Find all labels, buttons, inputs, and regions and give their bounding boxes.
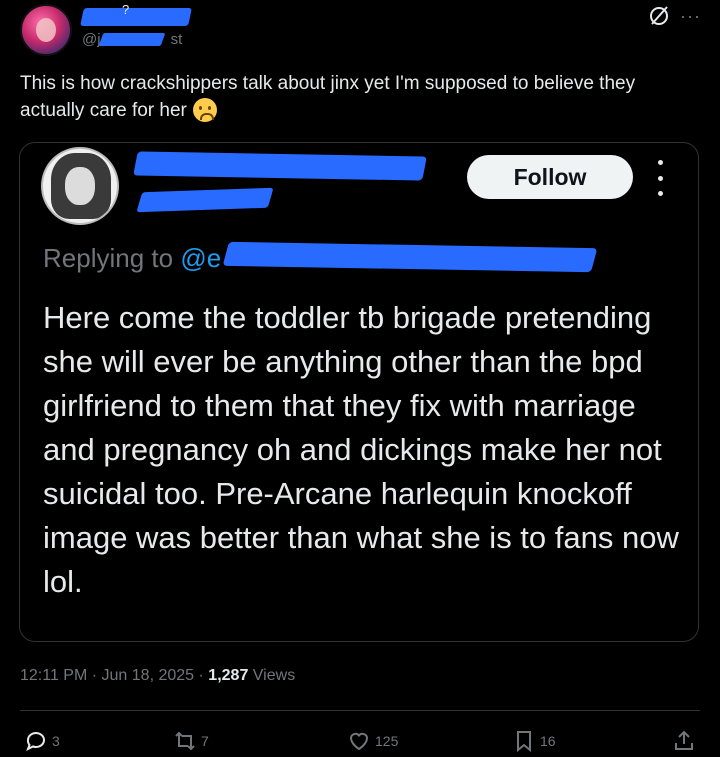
reply-count: 3 [52, 733, 60, 749]
like-icon [349, 732, 369, 751]
views-label: Views [252, 667, 296, 684]
tweet-text: This is how crackshippers talk about jin… [20, 70, 700, 124]
quoted-tweet-text: Here come the toddler tb brigade pretend… [43, 300, 679, 599]
reply-icon [26, 732, 45, 752]
repost-count: 7 [201, 733, 209, 749]
replying-to-label: Replying to [43, 243, 174, 273]
grok-icon[interactable] [647, 4, 671, 28]
repost-icon [175, 731, 195, 751]
bookmark-icon [517, 731, 531, 753]
share-button[interactable] [672, 729, 700, 753]
author-name-redaction [80, 8, 192, 26]
author-handle-suffix: st [170, 31, 183, 48]
bookmark-count: 16 [540, 733, 556, 749]
like-button[interactable]: 125 [347, 729, 398, 753]
bookmark-button[interactable]: 16 [512, 729, 556, 753]
replying-to: Replying to @e [43, 243, 221, 274]
follow-button[interactable]: Follow [467, 155, 633, 199]
worried-face-emoji-icon [192, 98, 217, 122]
author-name-fragment: ? [122, 2, 130, 17]
tweet-meta: 12:11 PM · Jun 18, 2025 · 1,287 Views [20, 667, 295, 685]
tweet-body: This is how crackshippers talk about jin… [20, 73, 636, 121]
views-count: 1,287 [208, 667, 249, 684]
author-handle-redaction [98, 33, 166, 46]
tweet-date[interactable]: Jun 18, 2025 [102, 667, 195, 684]
kebab-icon[interactable] [655, 160, 665, 196]
more-icon[interactable]: ··· [680, 6, 701, 27]
reply-button[interactable]: 3 [24, 729, 60, 753]
meta-separator: · [198, 667, 204, 684]
repost-button[interactable]: 7 [173, 729, 209, 753]
author-handle-prefix: @j [82, 31, 101, 48]
tweet-time[interactable]: 12:11 PM [20, 667, 87, 684]
divider [20, 710, 700, 711]
quoted-author-name-redaction [133, 151, 427, 181]
like-count: 125 [375, 733, 399, 749]
meta-separator: · [91, 667, 98, 684]
author-avatar[interactable] [20, 4, 72, 56]
share-icon [675, 730, 693, 750]
quoted-author-avatar[interactable] [41, 147, 119, 225]
replying-to-handle[interactable]: @e [180, 243, 221, 273]
